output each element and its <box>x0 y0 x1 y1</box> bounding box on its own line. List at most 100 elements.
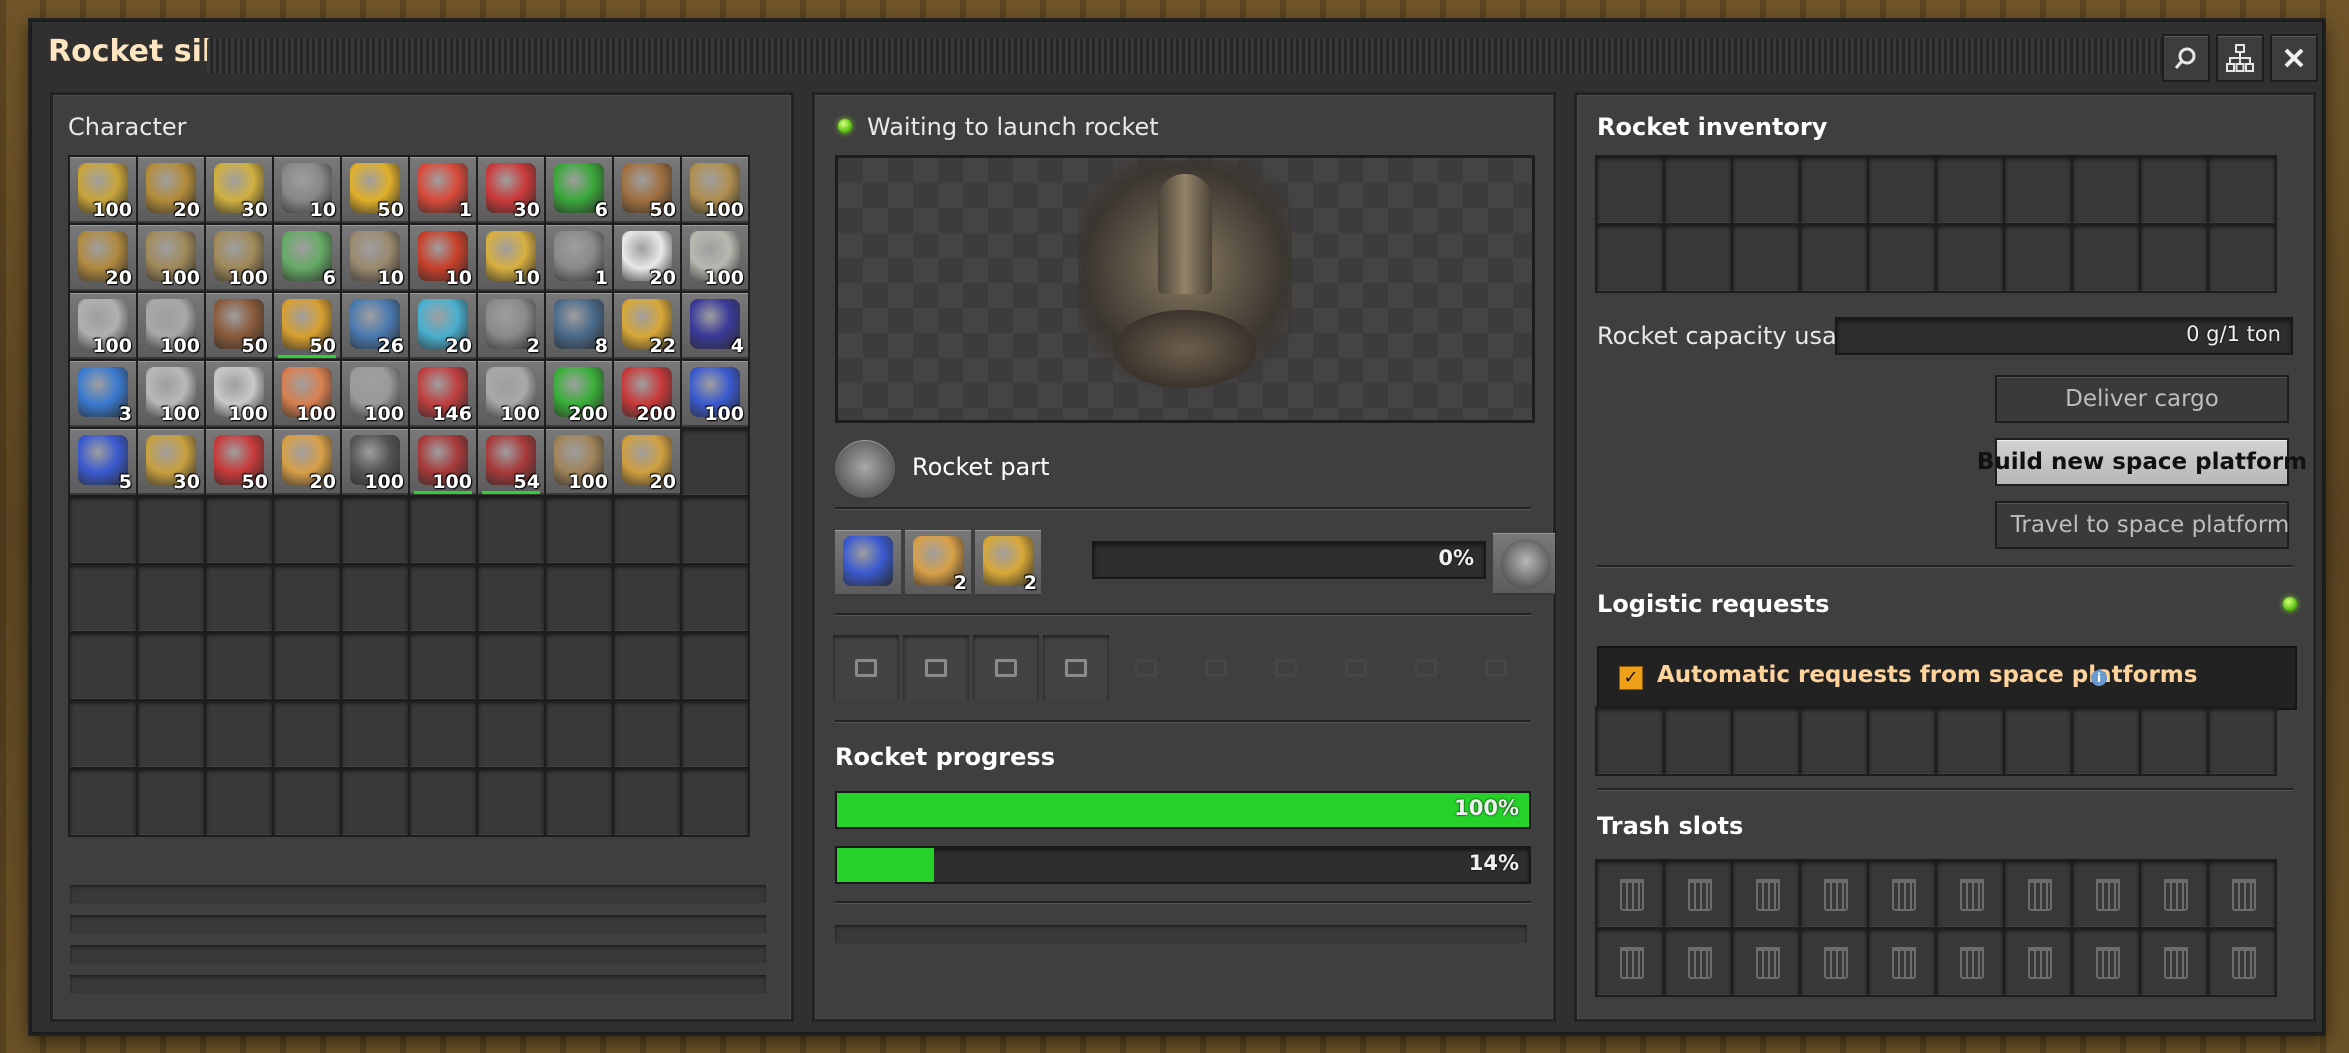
inventory-empty-slot[interactable] <box>138 633 204 699</box>
inventory-empty-slot[interactable] <box>138 497 204 563</box>
inventory-slot[interactable]: 20 <box>410 293 476 359</box>
title-bar[interactable]: Rocket silo <box>32 22 2322 94</box>
search-button[interactable] <box>2162 34 2210 82</box>
module-slot[interactable] <box>1043 635 1109 701</box>
inventory-empty-slot[interactable] <box>274 769 340 835</box>
rocket-cargo-empty-slot[interactable] <box>2073 157 2139 223</box>
inventory-empty-slot[interactable] <box>342 565 408 631</box>
inventory-empty-slot[interactable] <box>342 633 408 699</box>
inventory-slot[interactable]: 10 <box>478 225 544 291</box>
rocket-cargo-empty-slot[interactable] <box>1665 225 1731 291</box>
inventory-slot[interactable]: 3 <box>70 361 136 427</box>
inventory-slot[interactable]: 100 <box>206 361 272 427</box>
inventory-slot[interactable]: 6 <box>546 157 612 223</box>
trash-empty-slot[interactable] <box>1937 861 2003 927</box>
rocket-cargo-empty-slot[interactable] <box>1665 157 1731 223</box>
inventory-slot[interactable]: 10 <box>274 157 340 223</box>
rocket-cargo-empty-slot[interactable] <box>2141 157 2207 223</box>
inventory-empty-slot[interactable] <box>478 701 544 767</box>
inventory-empty-slot[interactable] <box>342 701 408 767</box>
trash-empty-slot[interactable] <box>1733 929 1799 995</box>
inventory-empty-slot[interactable] <box>206 633 272 699</box>
trash-empty-slot[interactable] <box>1733 861 1799 927</box>
logistic-request-empty-slot[interactable] <box>2005 708 2071 774</box>
inventory-slot[interactable]: 100 <box>682 225 748 291</box>
inventory-slot[interactable]: 50 <box>274 293 340 359</box>
inventory-slot[interactable]: 100 <box>682 157 748 223</box>
ingredient-slot[interactable]: 2 <box>905 530 971 596</box>
inventory-empty-slot[interactable] <box>410 565 476 631</box>
inventory-empty-slot[interactable] <box>410 701 476 767</box>
trash-empty-slot[interactable] <box>2005 929 2071 995</box>
inventory-slot[interactable]: 200 <box>614 361 680 427</box>
inventory-empty-slot[interactable] <box>614 769 680 835</box>
result-slot[interactable] <box>1493 533 1555 595</box>
inventory-slot[interactable]: 54 <box>478 429 544 495</box>
inventory-slot[interactable]: 6 <box>274 225 340 291</box>
inventory-empty-slot[interactable] <box>614 701 680 767</box>
inventory-empty-slot[interactable] <box>342 769 408 835</box>
rocket-cargo-empty-slot[interactable] <box>2209 157 2275 223</box>
inventory-slot[interactable]: 100 <box>478 361 544 427</box>
inventory-slot[interactable]: 8 <box>546 293 612 359</box>
trash-empty-slot[interactable] <box>1801 929 1867 995</box>
inventory-slot[interactable]: 100 <box>138 225 204 291</box>
inventory-empty-slot[interactable] <box>206 701 272 767</box>
rocket-cargo-empty-slot[interactable] <box>2005 157 2071 223</box>
inventory-slot[interactable]: 5 <box>70 429 136 495</box>
rocket-cargo-empty-slot[interactable] <box>2073 225 2139 291</box>
inventory-slot[interactable]: 20 <box>138 157 204 223</box>
inventory-slot[interactable]: 30 <box>478 157 544 223</box>
rocket-cargo-empty-slot[interactable] <box>2209 225 2275 291</box>
inventory-empty-slot[interactable] <box>614 497 680 563</box>
inventory-slot[interactable]: 1 <box>546 225 612 291</box>
inventory-empty-slot[interactable] <box>478 769 544 835</box>
logistic-request-empty-slot[interactable] <box>1869 708 1935 774</box>
inventory-empty-slot[interactable] <box>410 769 476 835</box>
inventory-empty-slot[interactable] <box>614 565 680 631</box>
inventory-slot[interactable]: 146 <box>410 361 476 427</box>
rocket-cargo-empty-slot[interactable] <box>1597 225 1663 291</box>
inventory-slot[interactable]: 22 <box>614 293 680 359</box>
build-space-platform-button[interactable]: Build new space platform <box>1977 438 2307 486</box>
logistic-request-empty-slot[interactable] <box>1733 708 1799 774</box>
inventory-slot[interactable]: 2 <box>478 293 544 359</box>
inventory-empty-slot[interactable] <box>206 565 272 631</box>
network-button[interactable] <box>2216 34 2264 82</box>
inventory-slot[interactable]: 50 <box>206 293 272 359</box>
inventory-empty-slot[interactable] <box>682 701 748 767</box>
inventory-slot[interactable]: 20 <box>614 429 680 495</box>
logistic-request-empty-slot[interactable] <box>2141 708 2207 774</box>
inventory-empty-slot[interactable] <box>478 565 544 631</box>
inventory-empty-slot[interactable] <box>546 633 612 699</box>
inventory-empty-slot[interactable] <box>614 633 680 699</box>
inventory-slot[interactable]: 20 <box>614 225 680 291</box>
inventory-empty-slot[interactable] <box>682 633 748 699</box>
inventory-slot[interactable]: 30 <box>138 429 204 495</box>
inventory-slot[interactable]: 10 <box>410 225 476 291</box>
inventory-empty-slot[interactable] <box>546 769 612 835</box>
trash-empty-slot[interactable] <box>1665 929 1731 995</box>
logistic-request-empty-slot[interactable] <box>2209 708 2275 774</box>
trash-empty-slot[interactable] <box>1869 861 1935 927</box>
inventory-empty-slot[interactable] <box>274 701 340 767</box>
inventory-slot[interactable]: 20 <box>70 225 136 291</box>
inventory-slot[interactable]: 100 <box>342 361 408 427</box>
inventory-slot[interactable]: 100 <box>410 429 476 495</box>
rocket-cargo-empty-slot[interactable] <box>2005 225 2071 291</box>
inventory-slot[interactable]: 1 <box>410 157 476 223</box>
inventory-empty-slot[interactable] <box>274 565 340 631</box>
inventory-empty-slot[interactable] <box>682 565 748 631</box>
logistic-request-empty-slot[interactable] <box>1937 708 2003 774</box>
module-slot[interactable] <box>973 635 1039 701</box>
inventory-slot[interactable]: 50 <box>614 157 680 223</box>
inventory-slot[interactable]: 100 <box>682 361 748 427</box>
logistic-request-empty-slot[interactable] <box>1597 708 1663 774</box>
inventory-empty-slot[interactable] <box>682 497 748 563</box>
info-icon[interactable]: i <box>2091 670 2107 686</box>
inventory-empty-slot[interactable] <box>546 701 612 767</box>
trash-empty-slot[interactable] <box>2141 929 2207 995</box>
logistic-request-empty-slot[interactable] <box>1665 708 1731 774</box>
drag-handle[interactable] <box>207 38 2177 74</box>
module-slot[interactable] <box>903 635 969 701</box>
